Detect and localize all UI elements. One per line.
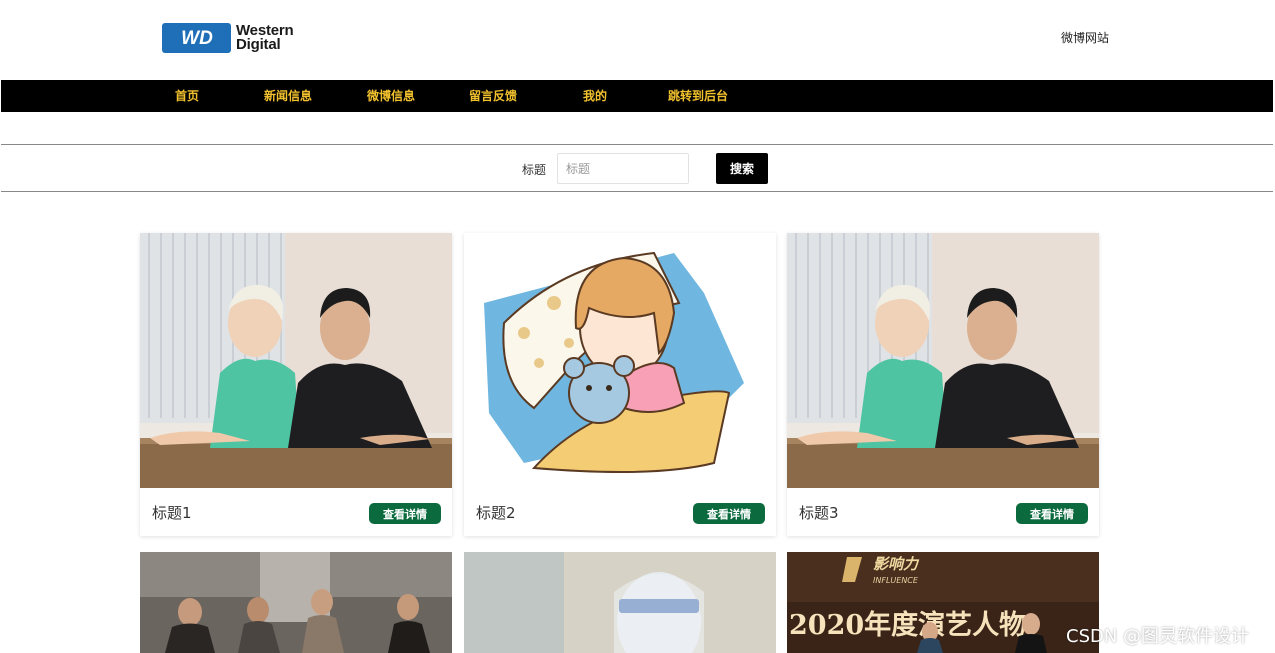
search-label: 标题 [522,163,547,177]
site-link[interactable]: 微博网站 [1061,29,1109,46]
svg-text:2020年度演艺人物: 2020年度演艺人物 [789,609,1026,641]
view-details-button[interactable]: 查看详情 [369,503,441,524]
view-details-button[interactable]: 查看详情 [693,503,765,524]
card-title[interactable]: 标题1 [152,502,192,523]
view-details-button[interactable]: 查看详情 [1016,503,1088,524]
svg-text:WD: WD [181,28,213,49]
nav-item-weibo[interactable]: 微博信息 [367,80,415,112]
svg-text:影响力: 影响力 [873,555,920,573]
card-footer: 标题1 查看详情 [140,488,452,536]
watermark: CSDN @图灵软件设计 [1066,626,1250,647]
brand-logo[interactable]: WD Western Digital [162,22,314,54]
wd-logo-badge: WD [162,23,231,53]
search-input[interactable] [557,153,689,184]
nav-item-feedback[interactable]: 留言反馈 [469,80,517,112]
search-button[interactable]: 搜索 [716,153,768,184]
nav-item-home[interactable]: 首页 [175,80,199,112]
nav-item-admin[interactable]: 跳转到后台 [668,80,728,112]
search-bar: 标题 搜索 [1,144,1273,192]
nav-item-mine[interactable]: 我的 [583,80,607,112]
card-footer: 标题3 查看详情 [787,488,1099,536]
main-nav: 首页 新闻信息 微博信息 留言反馈 我的 跳转到后台 [1,80,1273,112]
brand-line-2: Digital [236,36,281,53]
card-image-couple[interactable] [787,233,1099,488]
card-image-street-group[interactable] [140,552,452,653]
card-title[interactable]: 标题2 [476,502,516,523]
card-image-sleeping-girl[interactable] [464,233,776,488]
card-image-award-stage[interactable]: 影响力 INFLUENCE 2020年度演艺人物 [787,552,1099,653]
card-image-couple[interactable] [140,233,452,488]
svg-text:INFLUENCE: INFLUENCE [873,576,919,585]
card-title[interactable]: 标题3 [799,502,839,523]
card-3[interactable]: 标题3 查看详情 [787,233,1099,536]
card-2[interactable]: 标题2 查看详情 [464,233,776,536]
nav-item-news[interactable]: 新闻信息 [264,80,312,112]
card-image-face-shield[interactable] [464,552,776,653]
header: WD Western Digital 微博网站 [0,0,1275,80]
card-footer: 标题2 查看详情 [464,488,776,536]
brand-logo-text: Western Digital [236,23,294,53]
card-1[interactable]: 标题1 查看详情 [140,233,452,536]
